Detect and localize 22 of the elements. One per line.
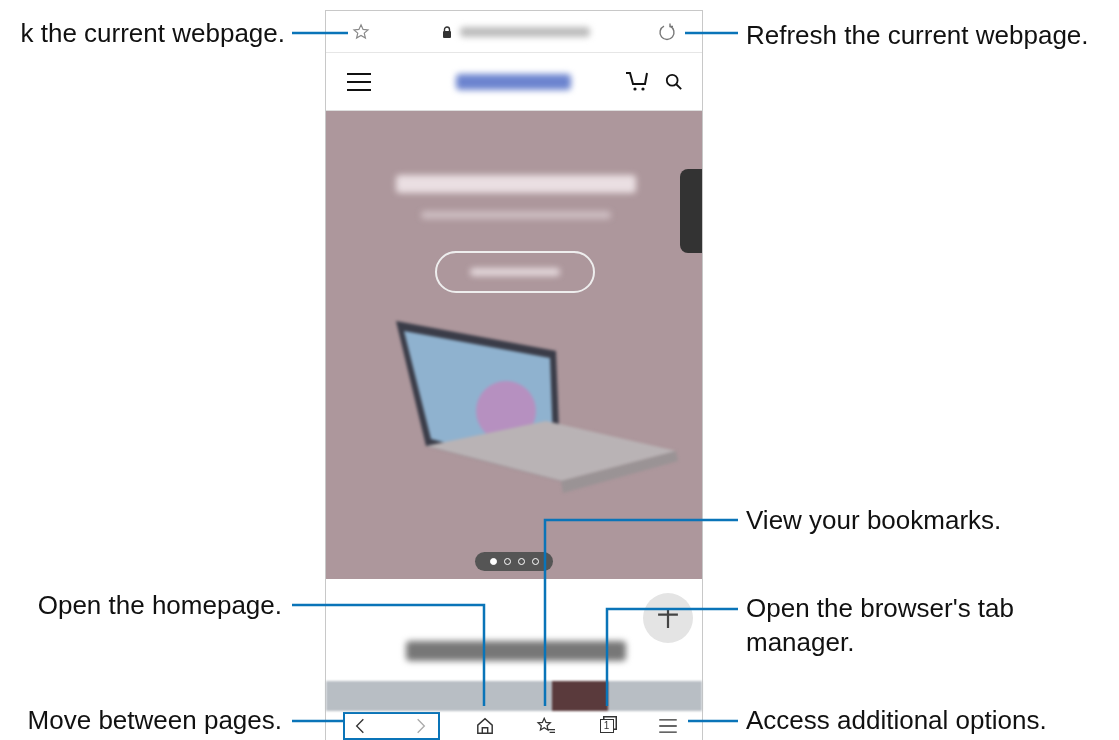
plus-icon [657,607,679,629]
tabs-button[interactable]: 1 [599,719,614,733]
callout-label: Open the homepage. [37,589,282,622]
menu-icon[interactable] [347,72,371,92]
lock-icon [442,26,452,38]
home-icon[interactable] [475,717,494,735]
bookmark-star-icon[interactable] [352,23,370,41]
callout-label: k the current webpage. [20,17,285,50]
callout-label: Refresh the current webpage. [746,19,1089,52]
callout-label: Move between pages. [27,704,282,737]
back-icon[interactable] [355,717,365,735]
callout-label: Access additional options. [746,704,1047,737]
callout-label: View your bookmarks. [746,504,1002,537]
cart-icon[interactable] [625,70,649,92]
search-icon[interactable] [665,73,683,91]
refresh-icon[interactable] [657,22,677,42]
leader-line [688,719,738,723]
callout-label: Open the browser's tab manager. [746,592,1015,659]
leader-line [292,31,348,35]
carousel-dot[interactable] [489,558,497,565]
bookmarks-icon[interactable] [535,717,556,735]
leader-line [685,31,738,35]
